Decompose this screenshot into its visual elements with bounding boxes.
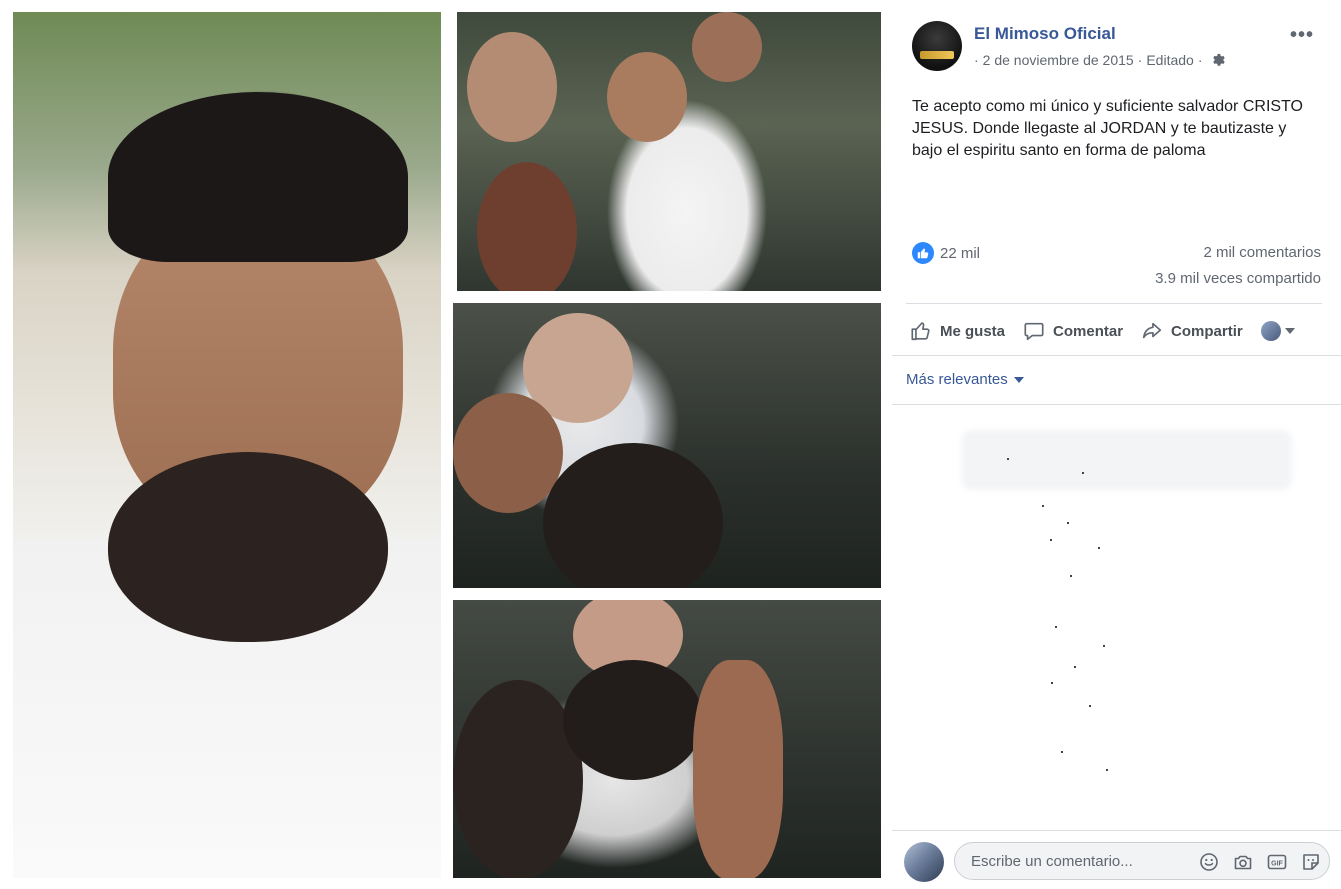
chevron-down-icon [1284,328,1295,334]
avatar [1260,321,1281,341]
like-button[interactable]: Me gusta [910,320,1005,342]
thumbs-up-outline-icon [911,322,930,341]
meta-separator: · [1137,52,1143,68]
chevron-down-icon [1013,376,1024,383]
photo-baptism-bottom[interactable] [453,600,881,878]
divider [906,303,1322,304]
shares-count-link[interactable]: 3.9 mil veces compartido [1155,270,1321,287]
page-name-link[interactable]: El Mimoso Oficial [974,24,1116,44]
post-meta: · 2 de noviembre de 2015 · Editado · [974,52,1225,68]
share-icon [1142,322,1162,339]
post-date[interactable]: 2 de noviembre de 2015 [983,52,1134,68]
svg-text:GIF: GIF [1271,860,1283,867]
like-button-label: Me gusta [940,322,1006,340]
divider [892,404,1341,405]
action-bar: Me gusta Comentar Compartir [910,317,1322,345]
comment-sort-label: Más relevantes [906,371,1008,388]
camera-icon[interactable] [1233,852,1253,872]
more-options-icon[interactable]: ••• [1290,24,1314,47]
share-button-label: Compartir [1171,322,1243,340]
comment-sort-dropdown[interactable]: Más relevantes [906,371,1024,388]
meta-separator: · [974,52,979,68]
comment-field-wrapper[interactable]: GIF [954,842,1330,880]
gif-icon[interactable]: GIF [1267,852,1287,872]
comments-area [952,420,1302,820]
photo-baptism-top[interactable] [457,12,881,291]
comment-icon [1024,322,1044,341]
photo-selfie[interactable] [13,12,441,878]
meta-separator: · [1197,52,1203,68]
divider [892,830,1341,831]
comment-composer: GIF [892,830,1341,889]
gear-icon[interactable] [1211,53,1225,67]
comment-button-label: Comentar [1053,322,1124,340]
post-text: Te acepto como mi único y suficiente sal… [912,98,1303,159]
edited-label[interactable]: Editado [1146,52,1193,68]
audience-selector[interactable] [1260,321,1295,341]
avatar[interactable] [904,842,944,882]
photo-collage[interactable] [0,0,892,889]
thumbs-up-icon [912,242,934,264]
post-panel: El Mimoso Oficial · 2 de noviembre de 20… [892,0,1341,889]
comment-button[interactable]: Comentar [1023,320,1123,342]
composer-icons: GIF [1199,852,1321,872]
divider [892,355,1341,356]
comments-count-link[interactable]: 2 mil comentarios [1203,244,1321,261]
comment-input[interactable] [969,852,1173,871]
page-avatar[interactable] [912,21,962,71]
likes-count: 22 mil [940,244,981,262]
photo-baptism-middle[interactable] [453,303,881,588]
emoji-icon[interactable] [1199,852,1219,872]
sticker-icon[interactable] [1301,852,1321,872]
likes-summary[interactable]: 22 mil [912,242,980,264]
share-button[interactable]: Compartir [1141,320,1243,342]
